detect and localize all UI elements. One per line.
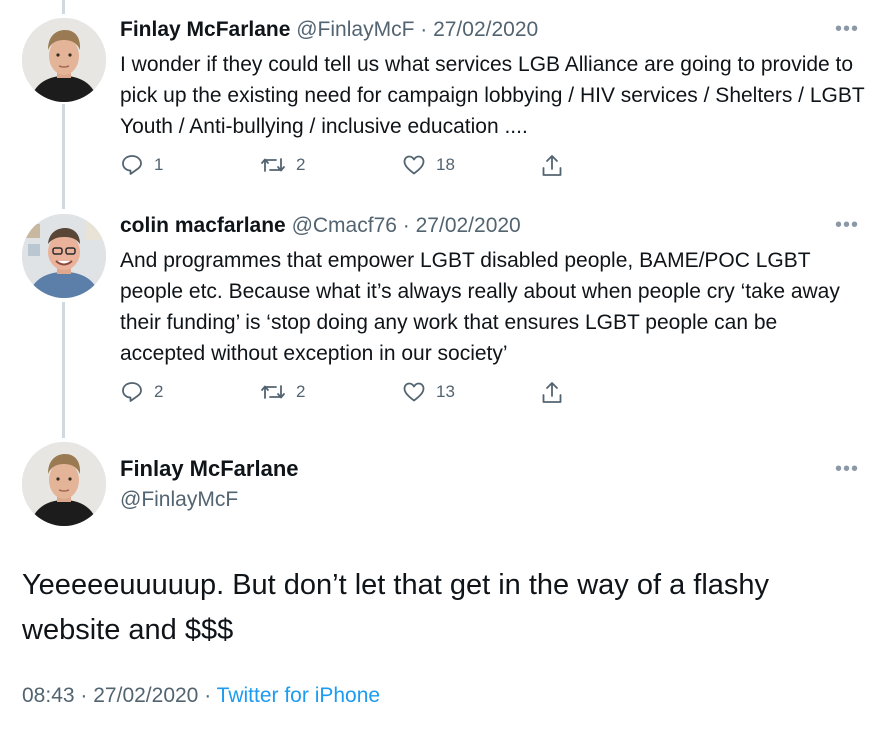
heart-icon (402, 380, 426, 404)
reply-button[interactable]: 2 (120, 380, 163, 404)
more-icon[interactable]: ••• (835, 214, 859, 237)
tweet-date[interactable]: 27/02/2020 (93, 684, 198, 707)
retweet-icon (260, 380, 286, 404)
meta-separator: · (402, 214, 410, 237)
tweet-header: colin macfarlane @Cmacf76 · 27/02/2020 (120, 214, 521, 238)
author-handle[interactable]: @FinlayMcF (296, 18, 414, 41)
action-bar: 1 2 18 (120, 153, 580, 183)
author-name[interactable]: Finlay McFarlane (120, 18, 290, 41)
avatar[interactable] (22, 214, 106, 298)
meta-separator: · (420, 18, 428, 41)
reply-icon (120, 380, 144, 404)
tweet-time[interactable]: 08:43 (22, 684, 75, 707)
more-icon[interactable]: ••• (835, 458, 859, 481)
tweet-date[interactable]: 27/02/2020 (433, 18, 538, 41)
like-button[interactable]: 18 (402, 153, 455, 177)
author-handle[interactable]: @FinlayMcF (120, 488, 238, 512)
more-icon[interactable]: ••• (835, 18, 859, 41)
retweet-count: 2 (296, 382, 306, 401)
share-icon (540, 380, 564, 406)
tweet-text: I wonder if they could tell us what serv… (120, 53, 865, 138)
meta-separator: · (80, 684, 88, 707)
tweet-text: Yeeeeeuuuuup. But don’t let that get in … (22, 569, 770, 646)
author-handle[interactable]: @Cmacf76 (292, 214, 397, 237)
tweet-header: Finlay McFarlane @FinlayMcF · 27/02/2020 (120, 18, 538, 42)
thread-line (62, 0, 65, 14)
like-button[interactable]: 13 (402, 380, 455, 404)
author-name[interactable]: Finlay McFarlane (120, 456, 299, 482)
like-count: 18 (436, 155, 455, 174)
meta-separator: · (204, 684, 212, 707)
tweet-text: And programmes that empower LGBT disable… (120, 249, 840, 365)
reply-count: 2 (154, 382, 164, 401)
retweet-icon (260, 153, 286, 177)
tweet-footer: 08:43 · 27/02/2020 · Twitter for iPhone (22, 684, 380, 708)
reply-button[interactable]: 1 (120, 153, 163, 177)
retweet-count: 2 (296, 155, 306, 174)
reply-icon (120, 153, 144, 177)
retweet-button[interactable]: 2 (260, 380, 305, 404)
tweet-date[interactable]: 27/02/2020 (416, 214, 521, 237)
action-bar: 2 2 13 (120, 380, 580, 410)
reply-count: 1 (154, 155, 164, 174)
share-icon (540, 153, 564, 179)
share-button[interactable] (540, 380, 564, 406)
source-link[interactable]: Twitter for iPhone (217, 684, 380, 707)
thread-line (62, 302, 65, 438)
like-count: 13 (436, 382, 455, 401)
thread-line (62, 104, 65, 209)
avatar[interactable] (22, 442, 106, 526)
author-name[interactable]: colin macfarlane (120, 214, 286, 237)
heart-icon (402, 153, 426, 177)
retweet-button[interactable]: 2 (260, 153, 305, 177)
avatar[interactable] (22, 18, 106, 102)
share-button[interactable] (540, 153, 564, 179)
